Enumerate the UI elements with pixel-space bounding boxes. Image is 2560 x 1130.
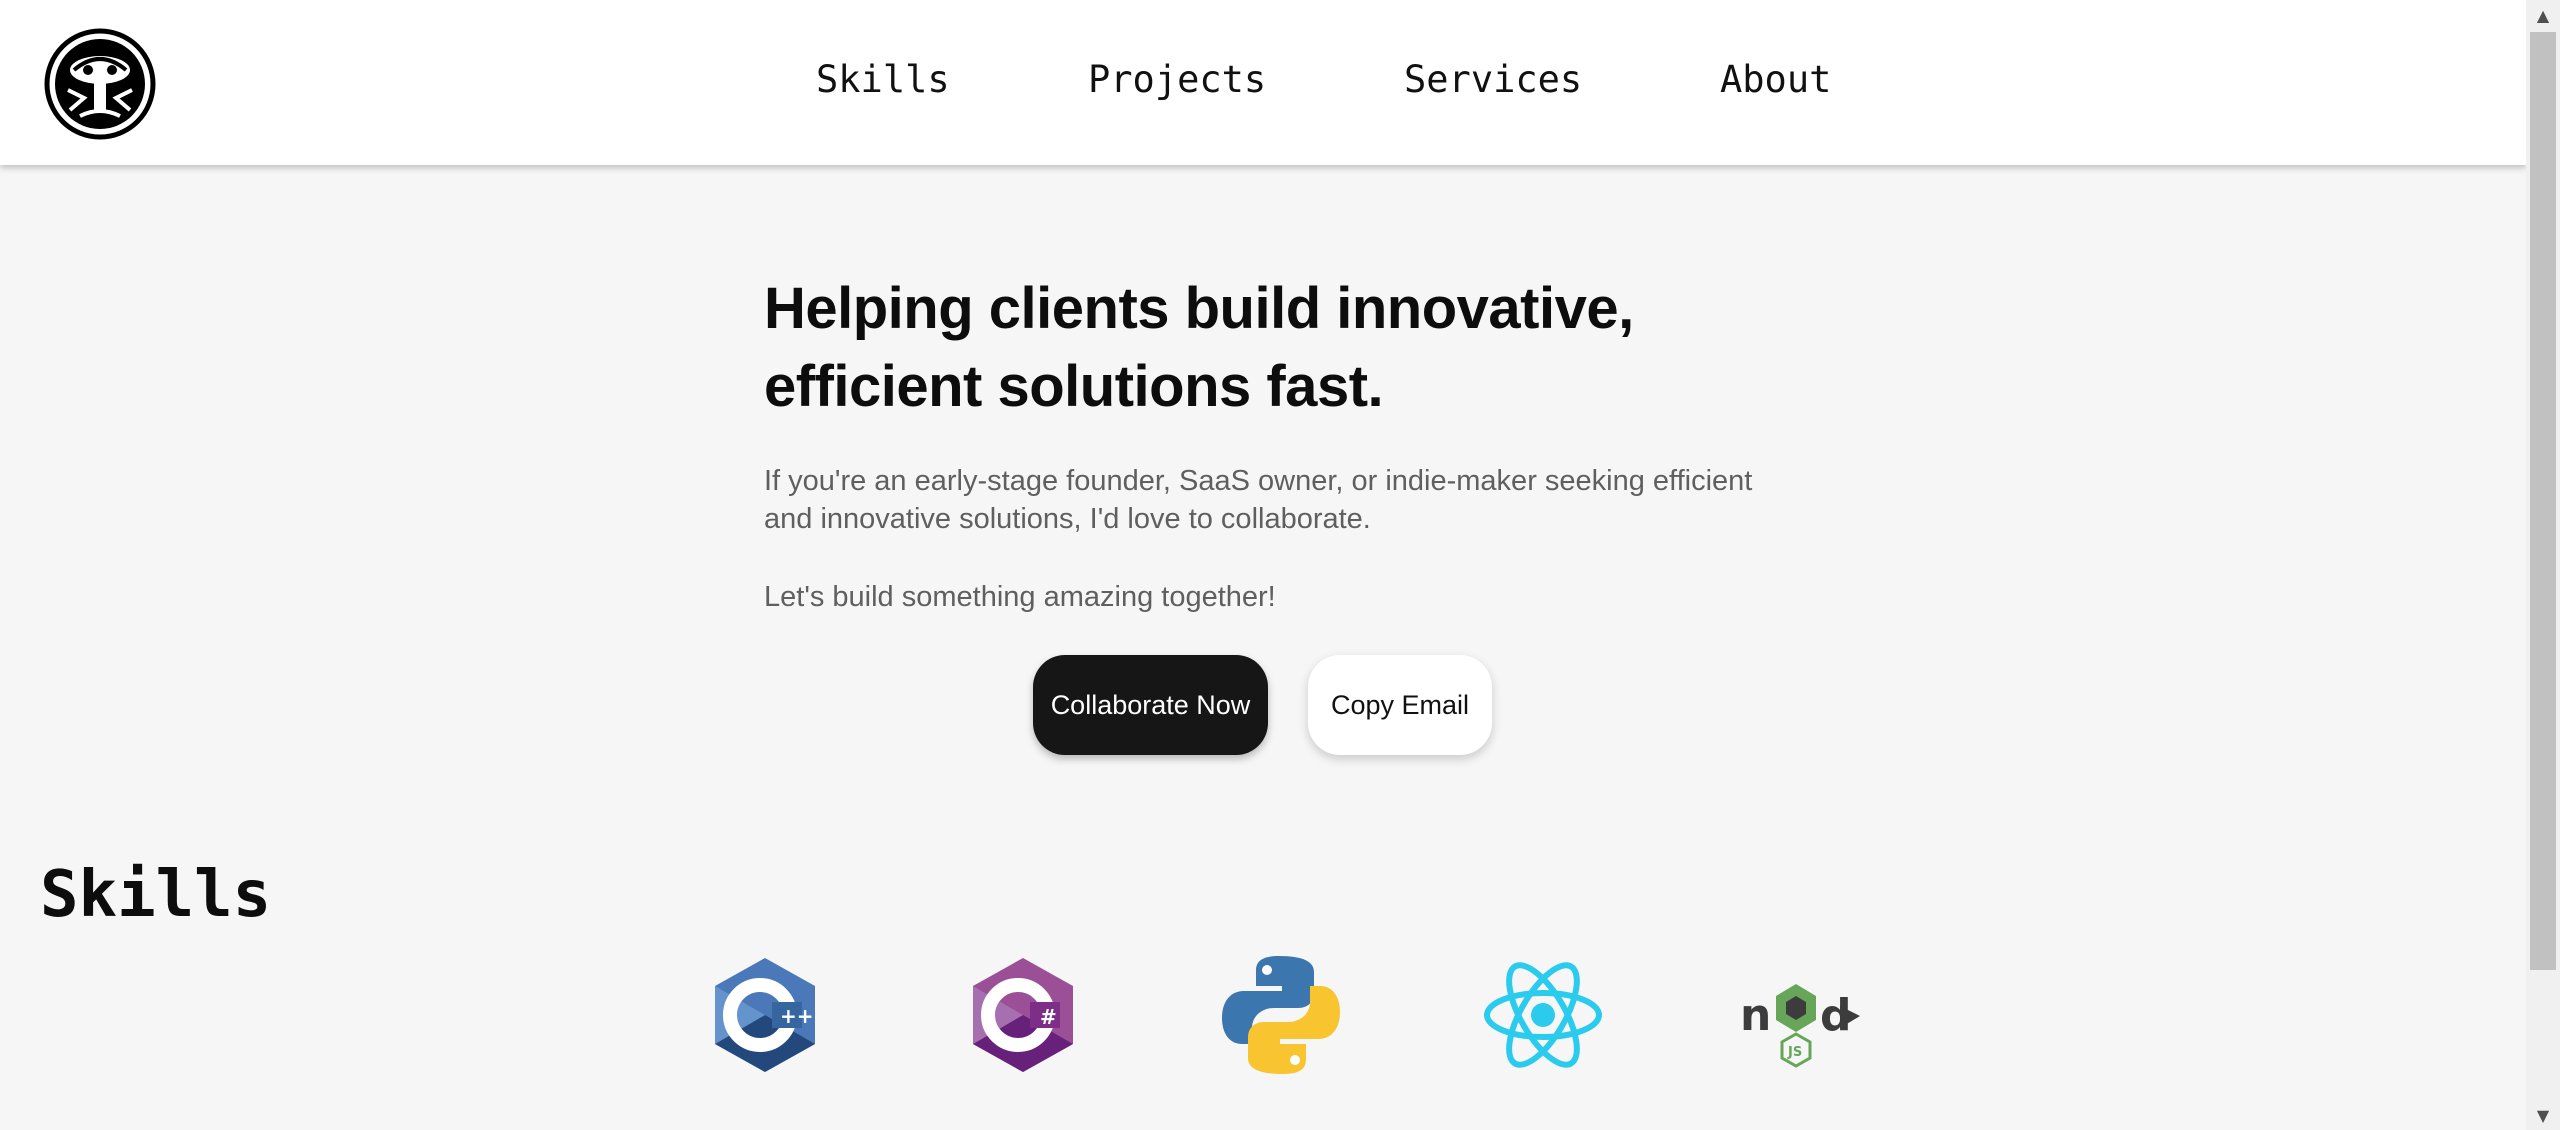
svg-text:++: ++ (780, 1004, 814, 1028)
csharp-icon: # (973, 958, 1073, 1072)
hero-section: Helping clients build innovative, effici… (764, 270, 1764, 613)
skills-heading: Skills (40, 858, 272, 932)
page: Skills Projects Services About Helping c… (0, 0, 2526, 1130)
page-scrollbar[interactable]: ▲ ▼ (2526, 0, 2560, 1130)
hero-call-to-action-text: Let's build something amazing together! (764, 581, 1276, 613)
svg-text:JS: JS (1787, 1045, 1802, 1060)
python-icon (1222, 956, 1340, 1074)
copy-email-button[interactable]: Copy Email (1308, 655, 1492, 755)
site-header: Skills Projects Services About (0, 0, 2526, 165)
svg-text:n: n (1740, 990, 1771, 1041)
scroll-thumb[interactable] (2530, 32, 2556, 970)
main-nav: Skills Projects Services About (0, 0, 2526, 165)
nav-item-skills[interactable]: Skills (816, 58, 950, 101)
scroll-down-arrow-icon[interactable]: ▼ (2526, 1100, 2560, 1130)
hero-title: Helping clients build innovative, effici… (764, 276, 1634, 419)
scroll-up-arrow-icon[interactable]: ▲ (2526, 0, 2560, 30)
nav-item-services[interactable]: Services (1404, 58, 1582, 101)
react-icon (1484, 962, 1602, 1068)
cplusplus-icon: ++ (715, 958, 815, 1072)
hero-description: If you're an early-stage founder, SaaS o… (764, 465, 1753, 535)
svg-text:#: # (1040, 1005, 1057, 1029)
collaborate-now-button[interactable]: Collaborate Now (1033, 655, 1268, 755)
nodejs-icon: n d JS (1740, 984, 1860, 1068)
nav-item-projects[interactable]: Projects (1088, 58, 1266, 101)
nav-item-about[interactable]: About (1720, 58, 1831, 101)
